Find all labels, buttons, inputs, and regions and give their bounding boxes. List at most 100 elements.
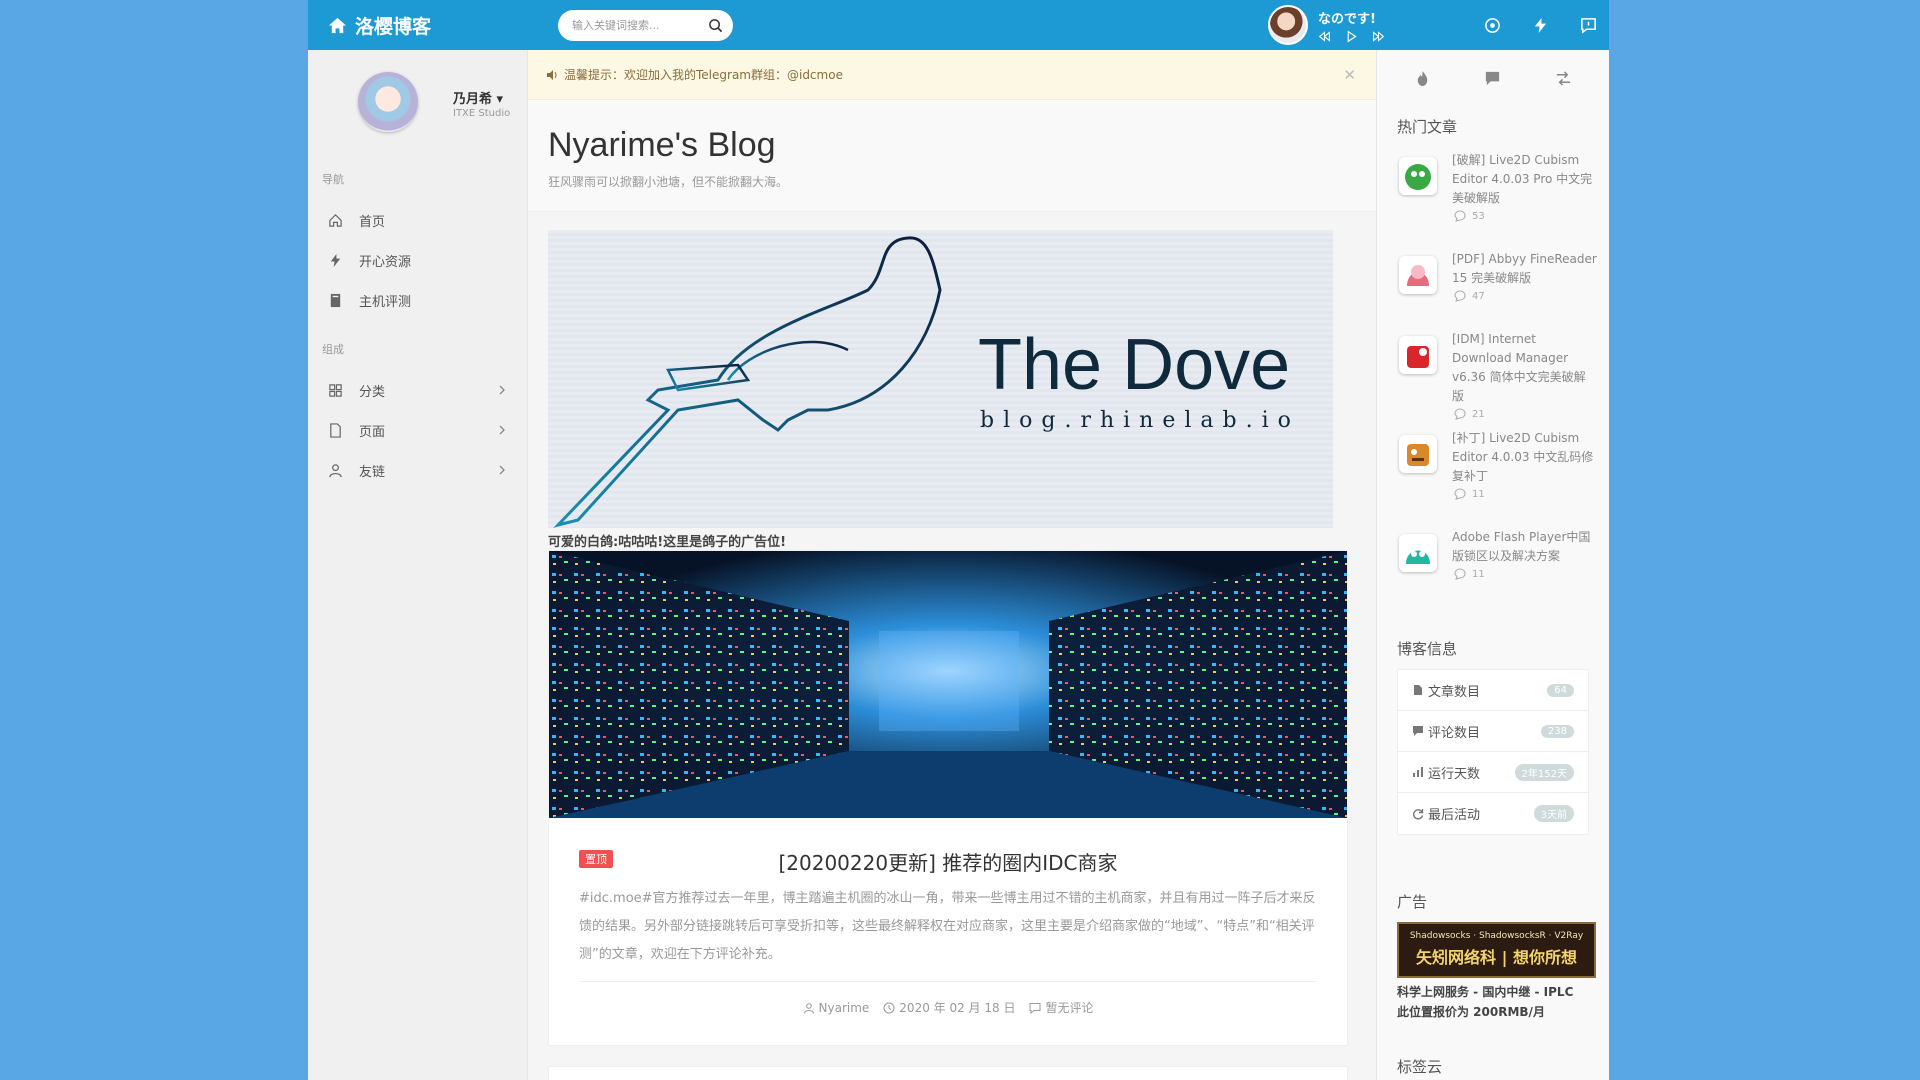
hot-post-item[interactable]: Adobe Flash Player中国版锁区以及解决方案 11 [1377,528,1609,608]
chevron-right-icon [499,465,505,475]
author-name: Nyarime [818,1000,870,1015]
ad-banner[interactable]: The Dove blog.rhinelab.io [548,230,1333,528]
hot-post-item[interactable]: [补丁] Live2D Cubism Editor 4.0.03 中文乱码修复补… [1377,429,1609,528]
post-author[interactable]: Nyarime [803,999,870,1016]
hot-post-title: [PDF] Abbyy FineReader 15 完美破解版 [1452,252,1597,285]
post-icon [1399,534,1437,572]
refresh-icon [1412,808,1424,819]
clock-icon [883,1002,895,1013]
search-input[interactable] [572,19,708,32]
nav-item-label: 友链 [359,464,386,480]
server-room-image [549,551,1347,818]
stat-label: 运行天数 [1428,766,1481,782]
nav-item-links[interactable]: 友链 [308,450,527,490]
nav-item-home[interactable]: 首页 [308,200,527,240]
notice-bar: 温馨提示：欢迎加入我的Telegram群组：@idcmoe ✕ [528,50,1376,100]
shuffle-icon[interactable] [1555,70,1572,87]
brand-link[interactable]: 洛樱博客 [328,0,431,50]
post-title[interactable]: [20200220更新] 推荐的圈内IDC商家 [549,847,1347,876]
hot-post-count: 11 [1472,568,1485,580]
nav-item-label: 页面 [359,424,386,440]
sidebar-tabs [1377,50,1609,106]
ad-section-title: 广告 [1397,893,1428,911]
ad-image[interactable]: Shadowsocks · ShadowsocksR · V2Ray 矢矧网络科… [1397,922,1596,978]
user-studio: ITXE Studio [453,108,511,119]
hot-post-item[interactable]: [PDF] Abbyy FineReader 15 完美破解版 47 [1377,250,1609,330]
user-name: 乃月希 [453,92,493,107]
ad-line-1: Shadowsocks · ShadowsocksR · V2Ray [1409,931,1584,941]
hot-post-count: 21 [1472,408,1485,420]
nav-item-pages[interactable]: 页面 [308,410,527,450]
nav-heading: 导航 [322,173,344,186]
stat-uptime: 运行天数 2年152天 [1398,752,1588,793]
chevron-right-icon [499,425,505,435]
bolt-icon [330,253,341,267]
avatar[interactable] [358,72,418,132]
close-icon[interactable]: ✕ [1343,66,1356,84]
stat-label: 评论数目 [1428,725,1481,741]
post-divider [579,981,1317,982]
hot-post-count: 53 [1472,210,1485,222]
post-comments[interactable]: 暂无评论 [1029,999,1093,1016]
stat-badge: 3天前 [1533,805,1574,822]
play-icon[interactable] [1345,30,1358,43]
stat-last-activity: 最后活动 3天前 [1398,793,1588,834]
nav-item-label: 开心资源 [359,254,412,270]
post-excerpt: #idc.moe#官方推荐过去一年里，博主踏遍主机圈的冰山一角，带来一些博主用过… [579,891,1316,962]
target-icon[interactable] [1484,17,1501,34]
post-card: 置顶 [20200220更新] 推荐的圈内IDC商家 #idc.moe#官方推荐… [548,550,1348,1046]
main-content: 温馨提示：欢迎加入我的Telegram群组：@idcmoe ✕ Nyarime'… [528,50,1376,1080]
hot-post-item[interactable]: [IDM] Internet Download Manager v6.36 简体… [1377,330,1609,429]
bolt-icon[interactable] [1532,17,1549,34]
right-sidebar: 热门文章 [破解] Live2D Cubism Editor 4.0.03 Pr… [1376,50,1609,1080]
ad-line-2: 矢矧网络科 | 想你所想 [1416,948,1577,967]
post-meta: Nyarime 2020 年 02 月 18 日 暂无评论 [549,999,1347,1016]
ad-caption: 可爱的白鸽:咕咕咕!这里是鸽子的广告位! [548,535,787,550]
player-title: なのです! [1318,11,1376,27]
post-icon [1399,336,1437,374]
post-thumbnail[interactable] [549,551,1347,818]
comment-icon [1029,1002,1041,1014]
fire-icon[interactable] [1414,70,1431,87]
comments-text: 暂无评论 [1045,1001,1094,1015]
hot-post-count: 11 [1472,488,1485,500]
comment-icon [1454,408,1466,420]
blog-info-title: 博客信息 [1397,640,1458,658]
user-name-dropdown[interactable]: 乃月希 ▾ [453,88,503,107]
speaker-icon [547,69,557,80]
notice-text: 温馨提示：欢迎加入我的Telegram群组：@idcmoe [564,68,843,82]
post-icon [1399,256,1437,294]
hot-post-item[interactable]: [破解] Live2D Cubism Editor 4.0.03 Pro 中文完… [1377,151,1609,250]
next-icon[interactable] [1372,30,1385,43]
file-icon [1414,685,1422,695]
top-header: 洛樱博客 なのです! [308,0,1609,50]
comment-icon [1454,290,1466,302]
stat-posts: 文章数目 64 [1398,670,1588,711]
home-icon [328,17,347,33]
blog-subtitle: 狂风骤雨可以掀翻小池塘，但不能掀翻大海。 [548,175,789,189]
message-icon[interactable] [1580,17,1597,34]
brand-title: 洛樱博客 [355,15,432,38]
nav-item-resources[interactable]: 开心资源 [308,240,527,280]
nav-item-label: 主机评测 [359,294,412,310]
banner-title: The Dove [978,325,1291,405]
tag-cloud-title: 标签云 [1397,1058,1443,1076]
stat-badge: 64 [1547,683,1574,697]
user-icon [329,463,342,477]
chevron-right-icon [499,385,505,395]
blog-stats: 文章数目 64 评论数目 238 运行天数 2年152天 最后活动 3天前 [1397,669,1589,835]
left-sidebar: 乃月希 ▾ ITXE Studio 导航 首页 开心资源 主机评测 组成 分类 … [308,50,528,1080]
nav-item-host-review[interactable]: 主机评测 [308,280,527,320]
hot-post-title: [IDM] Internet Download Manager v6.36 简体… [1452,332,1586,403]
nav-item-categories[interactable]: 分类 [308,370,527,410]
file-icon [330,422,341,438]
ad-caption-text[interactable]: 科学上网服务 - 国内中继 - IPLC 此位置报价为 200RMB/月 [1397,982,1589,1022]
nav-item-label: 首页 [359,214,386,230]
comment-icon[interactable] [1484,70,1501,87]
previous-icon[interactable] [1318,30,1331,43]
search-box [558,10,733,41]
user-profile: 乃月希 ▾ ITXE Studio [308,50,527,160]
post-date: 2020 年 02 月 18 日 [883,999,1015,1016]
book-icon [330,293,341,307]
search-icon[interactable] [708,18,723,33]
